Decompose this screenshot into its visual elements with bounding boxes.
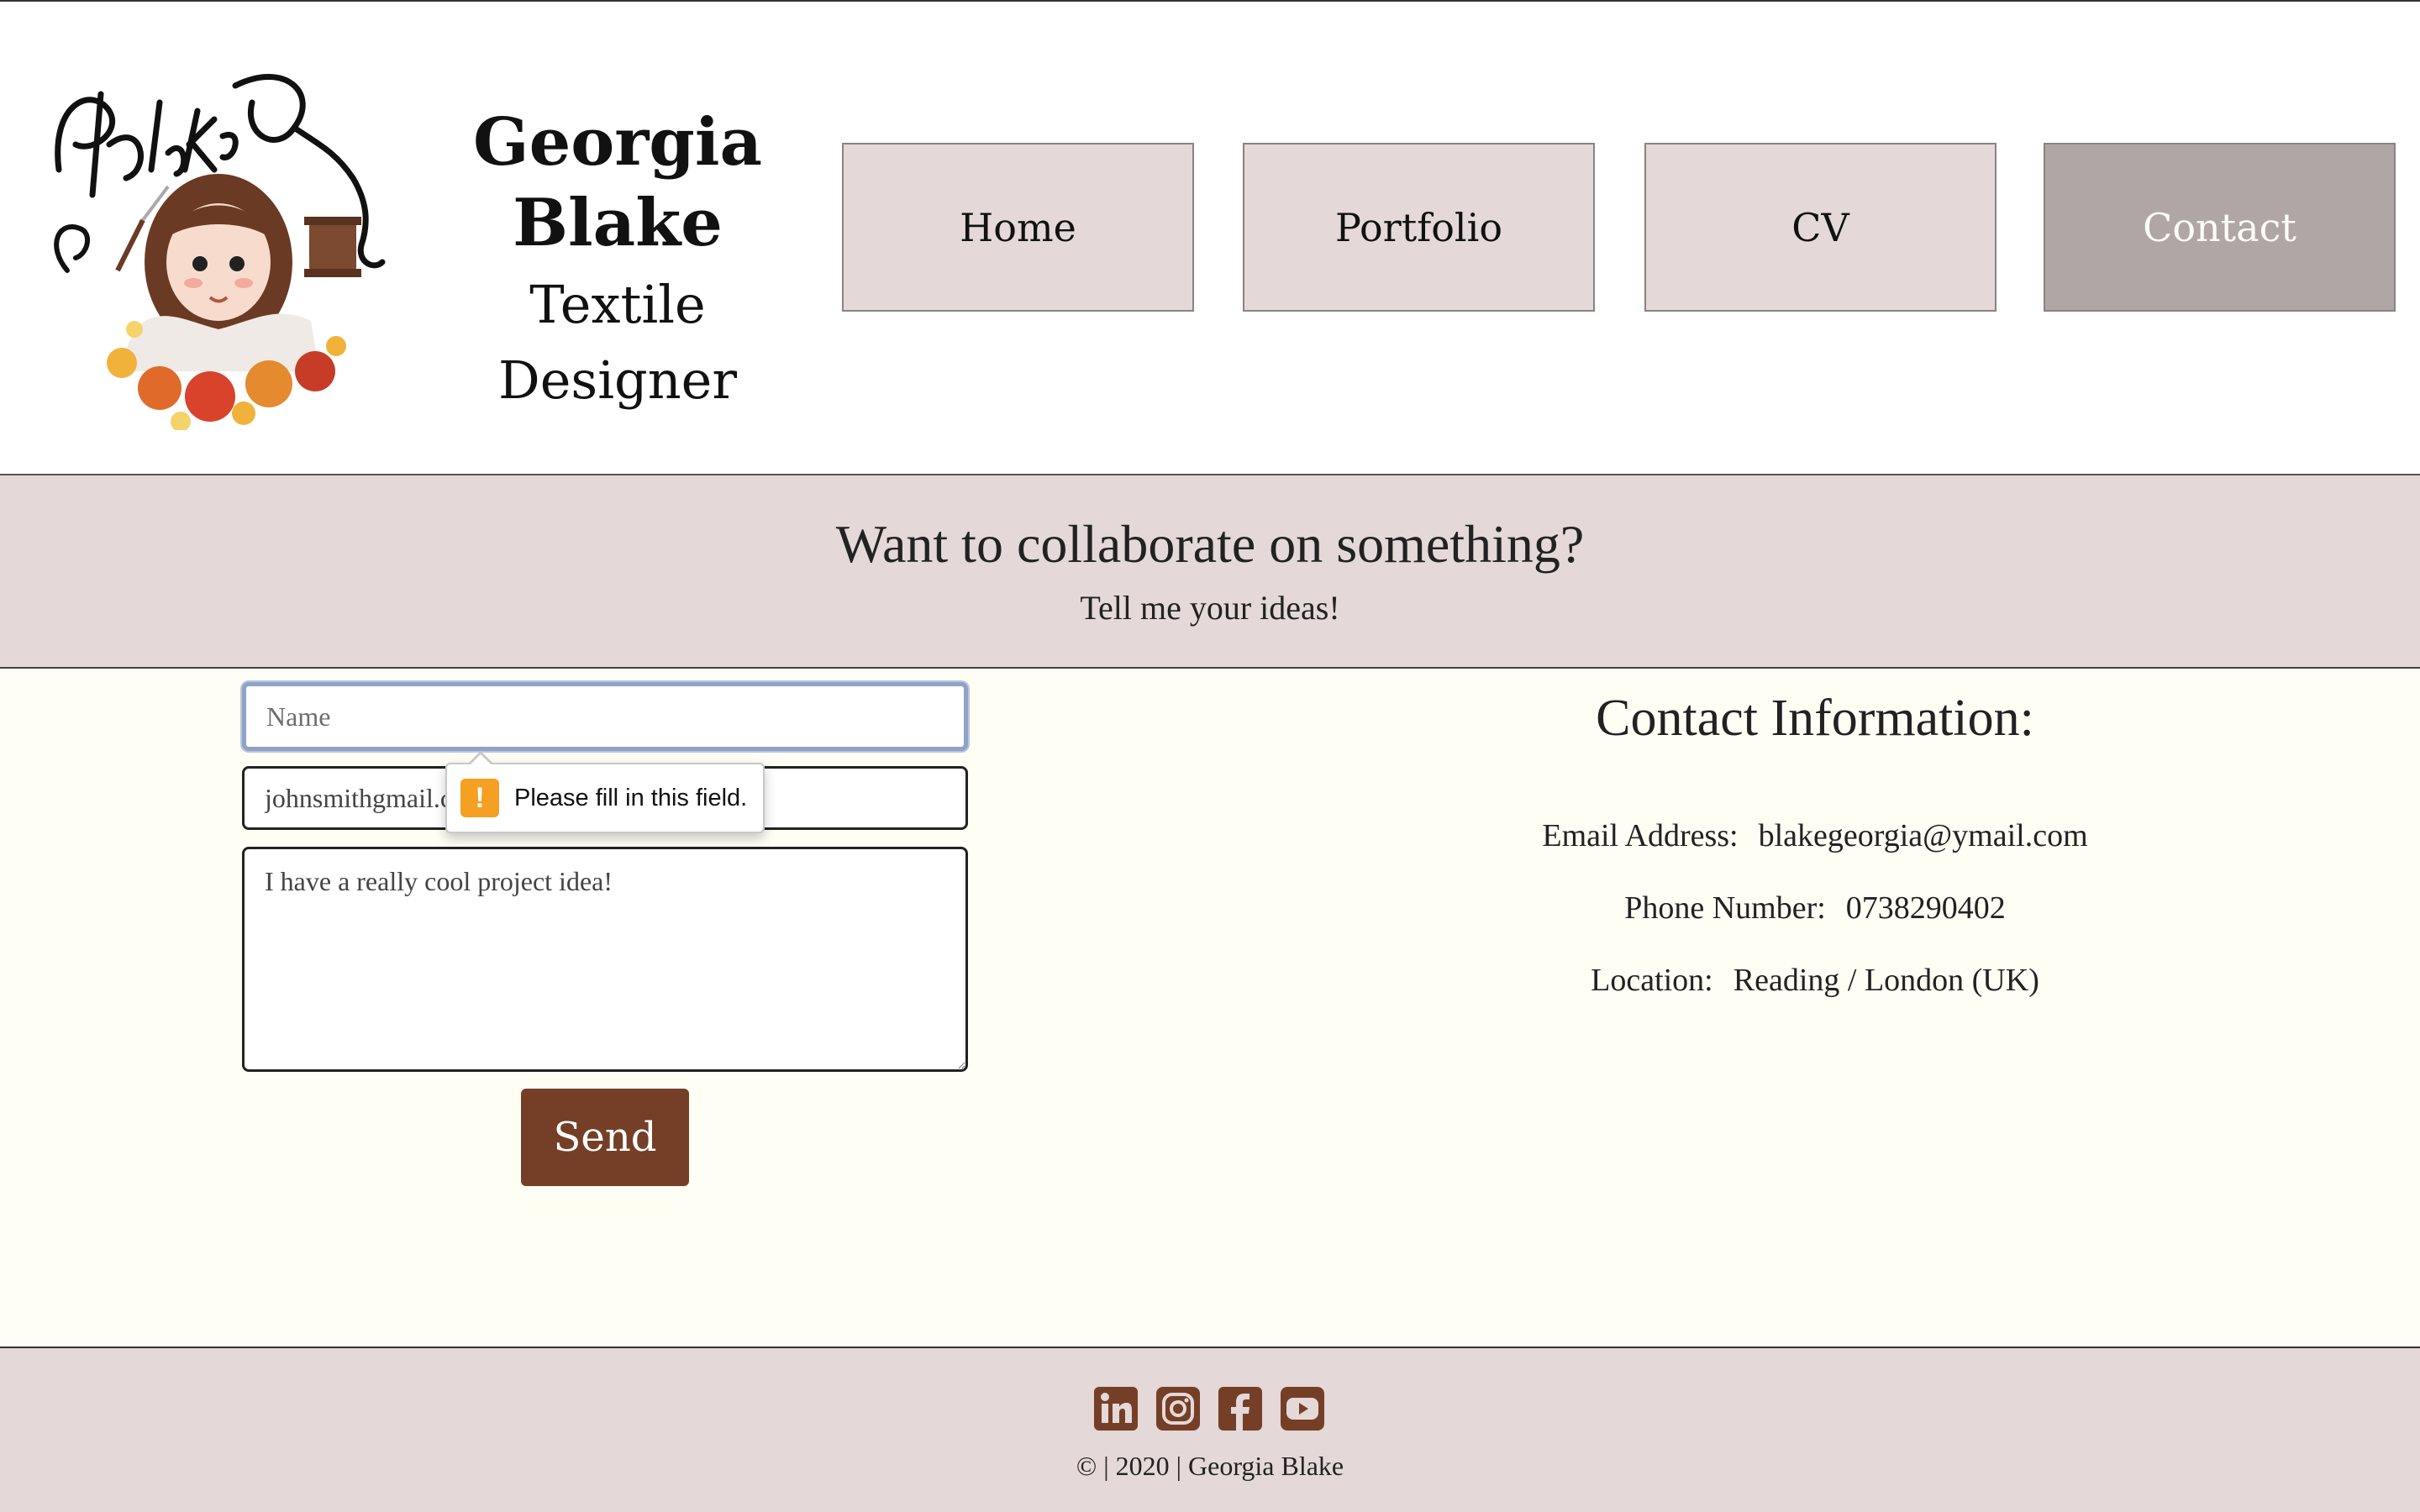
- facebook-icon[interactable]: [1218, 1387, 1262, 1431]
- nav-contact-button[interactable]: Contact: [2044, 143, 2396, 312]
- collaborate-banner: Want to collaborate on something? Tell m…: [0, 475, 2420, 669]
- youtube-icon[interactable]: [1281, 1387, 1324, 1431]
- page: Georgia Blake Textile Designer Home Port…: [0, 0, 2420, 1512]
- copyright-text: © | 2020 | Georgia Blake: [1076, 1451, 1344, 1481]
- phone-label: Phone Number:: [1624, 890, 1826, 926]
- location-value: Reading / London (UK): [1733, 963, 2039, 998]
- message-textarea[interactable]: I have a really cool project idea!: [242, 847, 968, 1072]
- contact-info-title: Contact Information:: [1596, 690, 2034, 747]
- phone-info-row: Phone Number: 0738290402: [1344, 887, 2286, 929]
- email-info-row: Email Address: blakegeorgia@ymail.com: [1344, 815, 2286, 857]
- location-label: Location:: [1591, 963, 1713, 998]
- brand-name-line2: Blake: [513, 185, 723, 261]
- email-label: Email Address:: [1542, 818, 1739, 853]
- linkedin-icon[interactable]: [1094, 1387, 1138, 1431]
- nav-portfolio-button[interactable]: Portfolio: [1243, 143, 1595, 312]
- brand-block: Georgia Blake Textile Designer: [403, 102, 832, 418]
- email-value[interactable]: blakegeorgia@ymail.com: [1759, 818, 2088, 853]
- validation-message: Please fill in this field.: [514, 784, 748, 811]
- send-button[interactable]: Send: [521, 1089, 689, 1186]
- validation-tooltip: ! Please fill in this field.: [445, 751, 765, 833]
- phone-value: 0738290402: [1845, 890, 2006, 926]
- nav-cv-button[interactable]: CV: [1644, 143, 1996, 312]
- site-footer: © | 2020 | Georgia Blake: [0, 1347, 2420, 1512]
- instagram-icon[interactable]: [1156, 1387, 1200, 1431]
- blake-designs-logo[interactable]: [42, 52, 395, 430]
- banner-subtitle: Tell me your ideas!: [1080, 589, 1340, 627]
- banner-title: Want to collaborate on something?: [835, 514, 1585, 574]
- site-header: Georgia Blake Textile Designer Home Port…: [0, 0, 2420, 475]
- nav-home-button[interactable]: Home: [842, 143, 1194, 312]
- location-info-row: Location: Reading / London (UK): [1344, 959, 2286, 1001]
- warning-icon: !: [460, 779, 499, 817]
- brand-name-line1: Georgia: [472, 104, 763, 181]
- name-input[interactable]: [242, 682, 968, 751]
- brand-role: Textile Designer: [498, 274, 737, 411]
